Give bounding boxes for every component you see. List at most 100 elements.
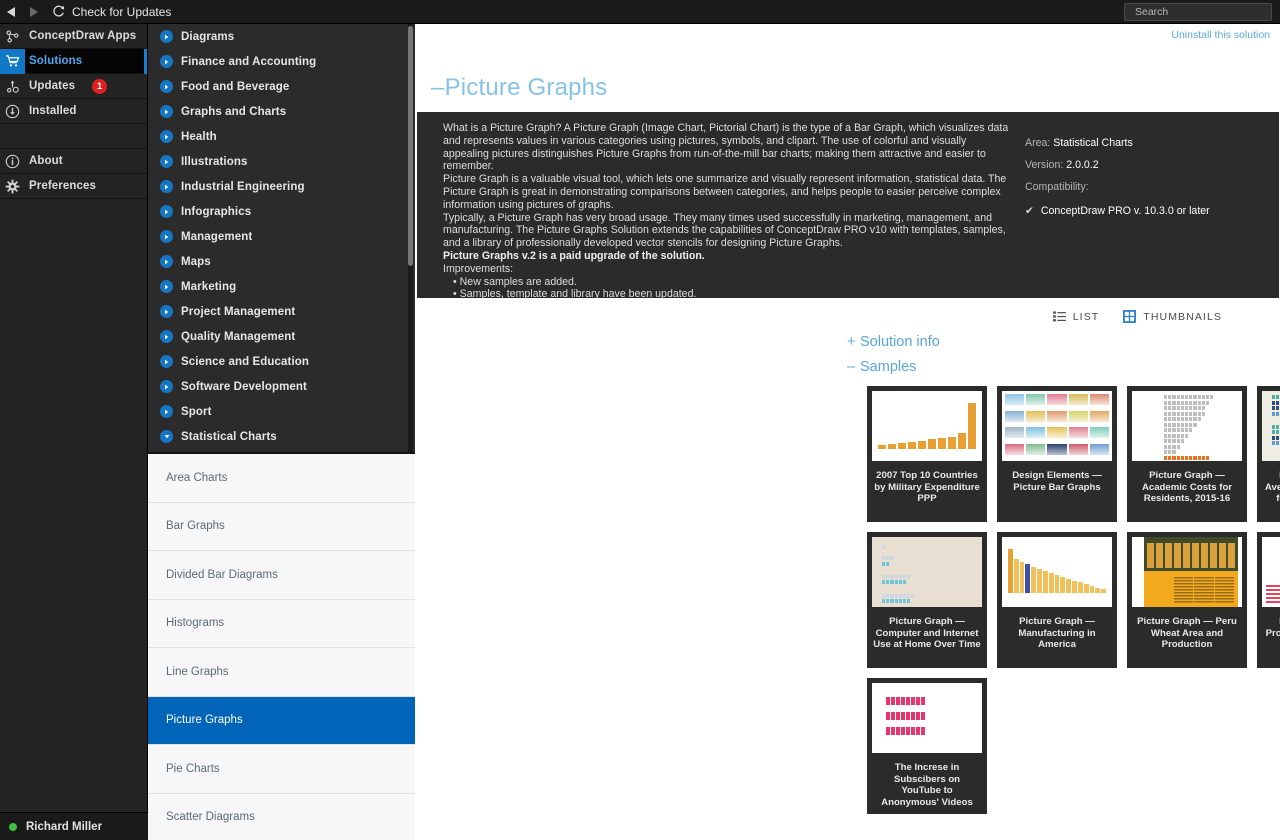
category-item-graphs-and-charts[interactable]: Graphs and Charts [148,99,415,124]
category-item-project-management[interactable]: Project Management [148,299,415,324]
gear-icon [0,174,25,199]
category-item-finance-and-accounting[interactable]: Finance and Accounting [148,49,415,74]
solution-description-panel: What is a Picture Graph? A Picture Graph… [417,112,1279,300]
section-label: Samples [860,359,917,375]
chevron-right-icon [160,155,173,168]
thumbnails-view-label: THUMBNAILS [1143,310,1222,323]
uninstall-solution-link[interactable]: Uninstall this solution [1171,29,1270,41]
collapse-sign: – [847,359,856,375]
sidebar-item-about[interactable]: About [0,149,147,174]
sample-caption: Picture Graph — Peru Wheat Area and Prod… [1137,616,1237,650]
sample-thumbnail [867,386,987,466]
category-item-health[interactable]: Health [148,124,415,149]
section-label: Solution info [860,334,940,350]
subcategory-item-bar-graphs[interactable]: Bar Graphs [148,503,415,551]
chevron-right-icon [160,230,173,243]
thumbnails-view-button[interactable]: THUMBNAILS [1123,310,1222,323]
category-label: Maps [181,255,211,268]
sample-card[interactable]: The Increse in Subscibers on YouTube to … [867,678,987,814]
category-label: Software Development [181,380,307,393]
sample-caption: 2007 Top 10 Countries by Military Expend… [874,470,980,504]
meta-area-value: Statistical Charts [1053,137,1133,149]
sample-card[interactable]: Picture Graph — Production of Biofuels [1257,532,1280,668]
sample-card[interactable]: Picture Graph — Computer and Internet Us… [867,532,987,668]
sample-caption: Picture Graph — Academic Costs for Resid… [1141,470,1233,504]
chevron-right-icon [160,105,173,118]
category-item-management[interactable]: Management [148,224,415,249]
main-content: Uninstall this solution – Picture Graphs … [415,24,1280,840]
section-samples[interactable]: – Samples [847,359,916,375]
sidebar-item-label: Solutions [29,55,83,67]
check-for-updates-button[interactable]: Check for Updates [52,5,171,19]
category-item-diagrams[interactable]: Diagrams [148,24,415,49]
sidebar-item-installed[interactable]: Installed [0,99,147,124]
samples-row: The Increse in Subscibers on YouTube to … [867,678,1280,814]
chevron-right-icon [160,55,173,68]
check-icon: ✔ [1025,205,1034,217]
thumbnails-view-icon [1123,310,1137,323]
category-item-software-development[interactable]: Software Development [148,374,415,399]
category-scrollbar-thumb[interactable] [408,26,413,266]
sample-caption: Picture Graph — Manufacturing in America [1018,616,1096,650]
subcategory-item-area-charts[interactable]: Area Charts [148,454,415,503]
section-solution-info[interactable]: + Solution info [847,334,940,350]
chevron-right-icon [160,130,173,143]
collapse-sign: – [431,74,445,101]
sample-card[interactable]: Picture Graph — Average Energy Prices fo… [1257,386,1280,522]
sidebar: ConceptDraw Apps Solutions Updates 1 Ins… [0,24,148,840]
chevron-right-icon [160,30,173,43]
chevron-down-icon [160,430,173,443]
subcategory-item-scatter-diagrams[interactable]: Scatter Diagrams [148,794,415,840]
category-item-statistical-charts[interactable]: Statistical Charts [148,424,415,449]
search-box[interactable] [1124,3,1272,21]
search-input[interactable] [1135,6,1270,18]
subcategory-item-divided-bar-diagrams[interactable]: Divided Bar Diagrams [148,551,415,600]
category-label: Graphs and Charts [181,105,287,118]
sample-card[interactable]: Design Elements — Picture Bar Graphs [997,386,1117,522]
list-view-icon [1052,311,1066,322]
sidebar-item-preferences[interactable]: Preferences [0,174,147,199]
page-title[interactable]: –Picture Graphs [431,74,607,102]
category-item-maps[interactable]: Maps [148,249,415,274]
sample-card[interactable]: Picture Graph — Manufacturing in America [997,532,1117,668]
user-account-strip[interactable]: Richard Miller [0,812,148,840]
subcategory-item-line-graphs[interactable]: Line Graphs [148,648,415,697]
subcategory-item-histograms[interactable]: Histograms [148,600,415,648]
samples-row: Picture Graph — Computer and Internet Us… [867,532,1280,668]
subcategory-item-pie-charts[interactable]: Pie Charts [148,745,415,794]
category-item-infographics[interactable]: Infographics [148,199,415,224]
meta-version: Version: 2.0.0.2 [1025,154,1275,176]
category-item-sport[interactable]: Sport [148,399,415,424]
category-label: Illustrations [181,155,248,168]
improvements-list: New samples are added. Samples, template… [443,276,1015,302]
category-item-food-and-beverage[interactable]: Food and Beverage [148,74,415,99]
meta-version-label: Version: [1025,159,1064,171]
info-icon [0,149,25,174]
category-item-industrial-engineering[interactable]: Industrial Engineering [148,174,415,199]
forward-arrow-icon[interactable] [22,0,44,24]
expand-sign: + [847,334,856,350]
sidebar-item-label: Installed [29,105,77,117]
back-arrow-icon[interactable] [0,0,22,24]
sample-card[interactable]: Picture Graph — Academic Costs for Resid… [1127,386,1247,522]
sample-thumbnail [1127,532,1247,612]
list-view-button[interactable]: LIST [1052,311,1100,323]
subcategory-item-picture-graphs[interactable]: Picture Graphs [148,696,415,745]
chevron-right-icon [160,330,173,343]
check-for-updates-label: Check for Updates [72,4,172,19]
sample-card[interactable]: 2007 Top 10 Countries by Military Expend… [867,386,987,522]
sample-thumbnail [997,532,1117,612]
sidebar-item-conceptdraw-apps[interactable]: ConceptDraw Apps [0,24,147,49]
sample-caption: Design Elements — Picture Bar Graphs [1012,470,1102,493]
sidebar-item-updates[interactable]: Updates 1 [0,74,147,99]
sidebar-item-solutions[interactable]: Solutions [0,48,147,74]
chevron-right-icon [160,355,173,368]
category-item-marketing[interactable]: Marketing [148,274,415,299]
chevron-right-icon [160,255,173,268]
refresh-icon [53,5,65,17]
category-item-quality-management[interactable]: Quality Management [148,324,415,349]
chevron-right-icon [160,280,173,293]
category-item-illustrations[interactable]: Illustrations [148,149,415,174]
sample-card[interactable]: Picture Graph — Peru Wheat Area and Prod… [1127,532,1247,668]
category-item-science-and-education[interactable]: Science and Education [148,349,415,374]
